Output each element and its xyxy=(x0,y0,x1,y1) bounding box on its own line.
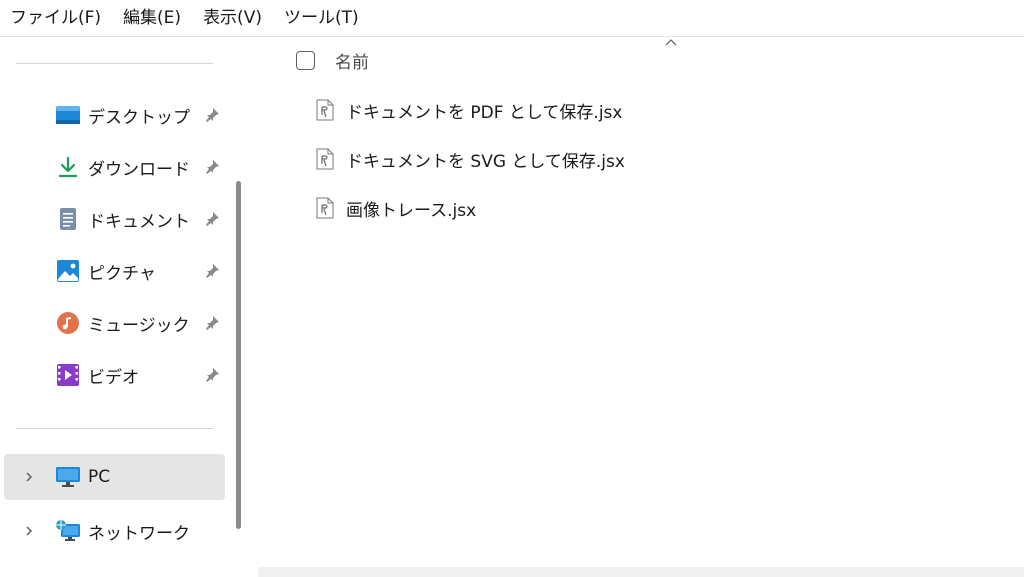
menu-view[interactable]: 表示(V) xyxy=(191,0,272,36)
file-name: ドキュメントを SVG として保存.jsx xyxy=(346,151,625,172)
file-row[interactable]: ドキュメントを SVG として保存.jsx xyxy=(314,144,625,174)
sidebar-item-downloads[interactable]: ダウンロード xyxy=(4,144,225,190)
chevron-right-icon[interactable] xyxy=(22,524,36,538)
sidebar-item-videos[interactable]: ビデオ xyxy=(4,352,225,398)
music-icon xyxy=(55,310,81,336)
column-header-name[interactable]: 名前 xyxy=(335,48,369,73)
sidebar-item-label: PC xyxy=(88,467,111,487)
pin-icon[interactable] xyxy=(203,106,221,124)
sidebar-item-pictures[interactable]: ピクチャ xyxy=(4,248,225,294)
file-name: ドキュメントを PDF として保存.jsx xyxy=(346,102,623,123)
sidebar-item-documents[interactable]: ドキュメント xyxy=(4,196,225,242)
script-file-icon xyxy=(314,98,336,122)
column-header-row: 名前 xyxy=(296,47,369,73)
sort-ascending-icon[interactable] xyxy=(664,37,678,47)
menu-tools[interactable]: ツール(T) xyxy=(272,0,369,36)
pin-icon[interactable] xyxy=(203,366,221,384)
menu-bar: ファイル(F) 編集(E) 表示(V) ツール(T) xyxy=(0,0,1024,37)
sidebar-item-music[interactable]: ミュージック xyxy=(4,300,225,346)
sidebar-item-desktop[interactable]: デスクトップ xyxy=(4,92,225,138)
select-all-checkbox[interactable] xyxy=(296,50,315,70)
sidebar-divider xyxy=(16,63,213,64)
sidebar-item-pc[interactable]: PC xyxy=(4,454,225,500)
file-list-pane: 名前 ドキュメントを PDF として保存.jsx ドキュメントを SVG として… xyxy=(256,37,1024,577)
sidebar-divider xyxy=(16,428,213,429)
sidebar-item-label: ネットワーク xyxy=(88,523,190,544)
sidebar-item-network[interactable]: ネットワーク xyxy=(4,508,225,554)
network-icon xyxy=(55,518,81,544)
desktop-icon xyxy=(55,102,81,128)
sidebar-item-label: デスクトップ xyxy=(88,107,190,128)
document-icon xyxy=(55,206,81,232)
menu-file[interactable]: ファイル(F) xyxy=(0,0,111,36)
navigation-pane: デスクトップ ダウンロード ドキュメント ピクチャ ミュージック ビデオ PC … xyxy=(0,37,242,577)
sidebar-item-label: ドキュメント xyxy=(88,211,190,232)
pin-icon[interactable] xyxy=(203,158,221,176)
file-name: 画像トレース.jsx xyxy=(346,200,477,221)
chevron-right-icon[interactable] xyxy=(22,470,36,484)
horizontal-scrollbar[interactable] xyxy=(258,567,1024,577)
script-file-icon xyxy=(314,196,336,220)
script-file-icon xyxy=(314,147,336,171)
sidebar-item-label: ダウンロード xyxy=(88,159,190,180)
video-icon xyxy=(55,362,81,388)
sidebar-item-label: ミュージック xyxy=(88,315,190,336)
pin-icon[interactable] xyxy=(203,314,221,332)
download-icon xyxy=(55,154,81,180)
file-explorer-window: ファイル(F) 編集(E) 表示(V) ツール(T) デスクトップ ダウンロード… xyxy=(0,0,1024,577)
file-row[interactable]: 画像トレース.jsx xyxy=(314,193,476,223)
file-row[interactable]: ドキュメントを PDF として保存.jsx xyxy=(314,95,622,125)
pc-icon xyxy=(55,464,81,490)
sidebar-scrollbar-thumb[interactable] xyxy=(236,181,241,529)
pictures-icon xyxy=(55,258,81,284)
sidebar-item-label: ビデオ xyxy=(88,367,139,388)
pin-icon[interactable] xyxy=(203,262,221,280)
pin-icon[interactable] xyxy=(203,210,221,228)
menu-edit[interactable]: 編集(E) xyxy=(111,0,191,36)
sidebar-item-label: ピクチャ xyxy=(88,263,156,284)
